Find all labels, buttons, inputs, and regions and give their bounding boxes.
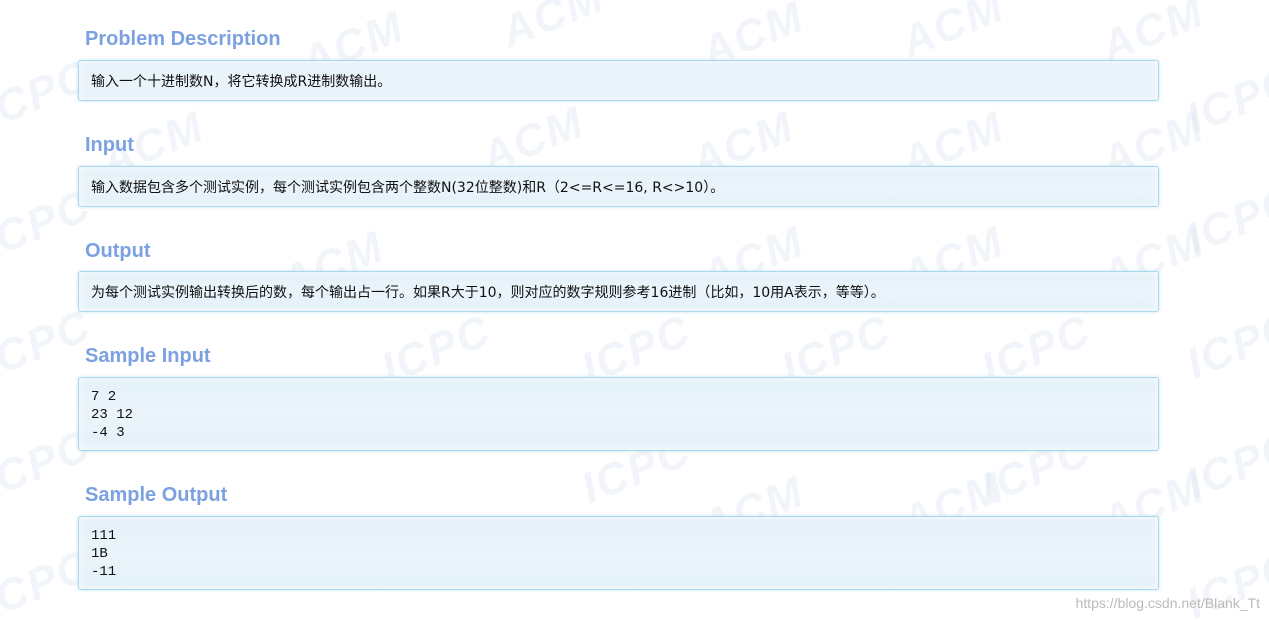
watermark-icpc: ICPC	[1179, 55, 1269, 144]
sample-output-title: Sample Output	[85, 484, 228, 506]
watermark-acm: ACM	[494, 0, 612, 58]
watermark-acm: ACM	[894, 0, 1012, 68]
sample-input-code: 7 2 23 12 -4 3	[91, 389, 134, 441]
sample-output-panel: 111 1B -11	[78, 516, 1159, 590]
sample-input-panel: 7 2 23 12 -4 3	[78, 377, 1159, 451]
input-text: 输入数据包含多个测试实例，每个测试实例包含两个整数N(32位整数)和R（2<=R…	[91, 179, 725, 196]
input-title: Input	[85, 134, 134, 156]
watermark-icpc: ICPC	[1179, 300, 1269, 389]
watermark-icpc: ICPC	[1179, 175, 1269, 264]
source-url-watermark: https://blog.csdn.net/Blank_Tt	[1075, 595, 1260, 611]
sample-input-title: Sample Input	[85, 345, 211, 367]
output-title: Output	[85, 240, 151, 262]
output-text: 为每个测试实例输出转换后的数，每个输出占一行。如果R大于10，则对应的数字规则参…	[91, 284, 885, 301]
problem-description-text: 输入一个十进制数N，将它转换成R进制数输出。	[91, 73, 392, 90]
problem-description-title: Problem Description	[85, 28, 281, 50]
output-panel: 为每个测试实例输出转换后的数，每个输出占一行。如果R大于10，则对应的数字规则参…	[78, 271, 1159, 312]
watermark-icpc: ICPC	[1179, 420, 1269, 509]
problem-description-panel: 输入一个十进制数N，将它转换成R进制数输出。	[78, 60, 1159, 101]
sample-output-code: 111 1B -11	[91, 528, 117, 580]
input-panel: 输入数据包含多个测试实例，每个测试实例包含两个整数N(32位整数)和R（2<=R…	[78, 166, 1159, 207]
